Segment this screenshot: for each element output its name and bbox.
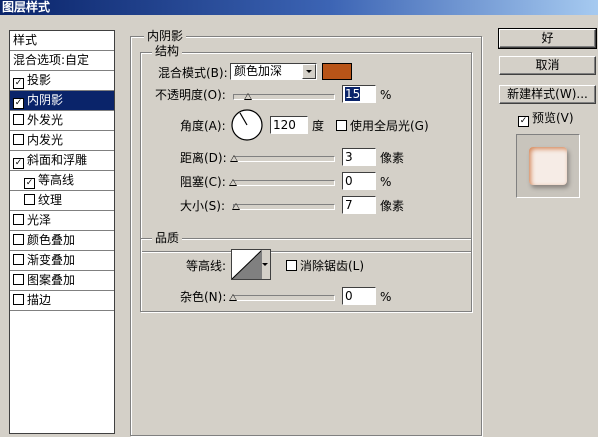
style-item-checkbox[interactable] — [13, 274, 24, 285]
quality-title: 品质 — [152, 232, 183, 245]
blend-options-item[interactable]: 混合选项:自定 — [10, 51, 114, 71]
style-list: 样式 混合选项:自定 ✓ 投影 ✓ 内阴影 外发光 内发光 ✓ 斜面和浮雕 ✓ 等高线 纹理 光泽 颜色… — [9, 30, 115, 434]
style-item-11[interactable]: 图案叠加 — [10, 271, 114, 291]
window-title: 图层样式 — [2, 0, 51, 14]
inner-shadow-title: 内阴影 — [144, 30, 187, 43]
style-item-12[interactable]: 描边 — [10, 291, 114, 311]
style-item-2[interactable]: ✓ 内阴影 — [10, 91, 114, 111]
style-item-6[interactable]: ✓ 等高线 — [10, 171, 114, 191]
style-item-4[interactable]: 内发光 — [10, 131, 114, 151]
inner-shadow-panel: 内阴影 结构 混合模式(B): 颜色加深 不透明度(O): 15 % 角度(A)… — [130, 30, 482, 436]
global-light-check — [336, 120, 347, 131]
style-item-9[interactable]: 颜色叠加 — [10, 231, 114, 251]
style-item-checkbox[interactable] — [13, 114, 24, 125]
size-label: 大小(S): — [180, 199, 226, 213]
contour-label: 等高线: — [186, 259, 227, 273]
angle-unit: 度 — [312, 119, 325, 133]
noise-label: 杂色(N): — [180, 290, 227, 304]
style-item-checkbox[interactable]: ✓ — [13, 78, 24, 89]
opacity-unit: % — [380, 88, 392, 102]
style-item-3[interactable]: 外发光 — [10, 111, 114, 131]
noise-slider-track[interactable] — [233, 295, 335, 301]
new-style-button[interactable]: 新建样式(W)... — [499, 85, 596, 104]
opacity-label: 不透明度(O): — [155, 88, 226, 102]
preview-swatch — [529, 147, 567, 185]
blend-mode-select[interactable]: 颜色加深 — [230, 63, 317, 80]
style-item-label: 纹理 — [38, 193, 63, 207]
style-preview — [516, 134, 580, 198]
style-item-1[interactable]: ✓ 投影 — [10, 71, 114, 91]
style-item-label: 光泽 — [27, 213, 52, 227]
style-item-label: 颜色叠加 — [27, 233, 76, 247]
opacity-input[interactable]: 15 — [342, 85, 376, 103]
structure-title: 结构 — [152, 45, 183, 58]
antialias-checkbox[interactable]: 消除锯齿(L) — [286, 259, 364, 273]
style-item-checkbox[interactable]: ✓ — [13, 158, 24, 169]
style-list-header: 样式 — [10, 31, 114, 51]
style-item-label: 图案叠加 — [27, 273, 76, 287]
preview-check: ✓ — [518, 116, 529, 127]
size-slider-thumb[interactable] — [231, 203, 240, 210]
choke-unit: % — [380, 175, 392, 189]
style-item-checkbox[interactable] — [13, 254, 24, 265]
style-item-10[interactable]: 渐变叠加 — [10, 251, 114, 271]
style-item-checkbox[interactable]: ✓ — [13, 98, 24, 109]
style-item-checkbox[interactable] — [13, 134, 24, 145]
size-slider-track[interactable] — [233, 204, 335, 210]
style-item-7[interactable]: 纹理 — [10, 191, 114, 211]
contour-preview-icon — [232, 250, 262, 279]
choke-slider-thumb[interactable] — [229, 179, 237, 186]
style-item-label: 渐变叠加 — [27, 253, 76, 267]
angle-input[interactable]: 120 — [270, 116, 308, 134]
size-unit: 像素 — [380, 199, 405, 213]
chevron-down-icon — [262, 263, 268, 266]
style-item-checkbox[interactable] — [13, 214, 24, 225]
distance-unit: 像素 — [380, 151, 405, 165]
style-item-8[interactable]: 光泽 — [10, 211, 114, 231]
style-item-checkbox[interactable] — [13, 294, 24, 305]
style-item-label: 斜面和浮雕 — [27, 153, 88, 167]
window-title-bar[interactable]: 图层样式 — [0, 0, 598, 15]
angle-dial[interactable] — [230, 108, 264, 142]
size-input[interactable]: 7 — [342, 196, 376, 214]
style-item-label: 外发光 — [27, 113, 64, 127]
cancel-button[interactable]: 取消 — [499, 56, 596, 75]
choke-label: 阻塞(C): — [180, 175, 226, 189]
style-item-label: 投影 — [27, 73, 52, 87]
distance-slider-track[interactable] — [233, 156, 335, 162]
shadow-color-swatch[interactable] — [322, 63, 352, 80]
choke-input[interactable]: 0 — [342, 172, 376, 190]
style-item-checkbox[interactable] — [24, 194, 35, 205]
choke-slider-track[interactable] — [233, 180, 335, 186]
opacity-slider-thumb[interactable] — [243, 93, 252, 100]
chevron-down-icon — [302, 64, 316, 79]
distance-label: 距离(D): — [180, 151, 227, 165]
distance-slider-thumb[interactable] — [229, 155, 238, 162]
style-item-checkbox[interactable]: ✓ — [24, 178, 35, 189]
ok-button[interactable]: 好 — [498, 28, 597, 49]
style-item-label: 内阴影 — [27, 93, 64, 107]
contour-picker[interactable] — [231, 249, 271, 280]
antialias-check — [286, 260, 297, 271]
angle-label: 角度(A): — [180, 119, 226, 133]
global-light-checkbox[interactable]: 使用全局光(G) — [336, 119, 429, 133]
noise-input[interactable]: 0 — [342, 287, 376, 305]
blend-mode-label: 混合模式(B): — [158, 66, 228, 80]
preview-checkbox[interactable]: ✓ 预览(V) — [518, 111, 574, 127]
style-item-5[interactable]: ✓ 斜面和浮雕 — [10, 151, 114, 171]
style-item-label: 内发光 — [27, 133, 64, 147]
style-item-label: 描边 — [27, 293, 52, 307]
noise-slider-thumb[interactable] — [229, 294, 237, 301]
style-item-checkbox[interactable] — [13, 234, 24, 245]
distance-input[interactable]: 3 — [342, 148, 376, 166]
noise-unit: % — [380, 290, 392, 304]
style-item-label: 等高线 — [38, 173, 75, 187]
